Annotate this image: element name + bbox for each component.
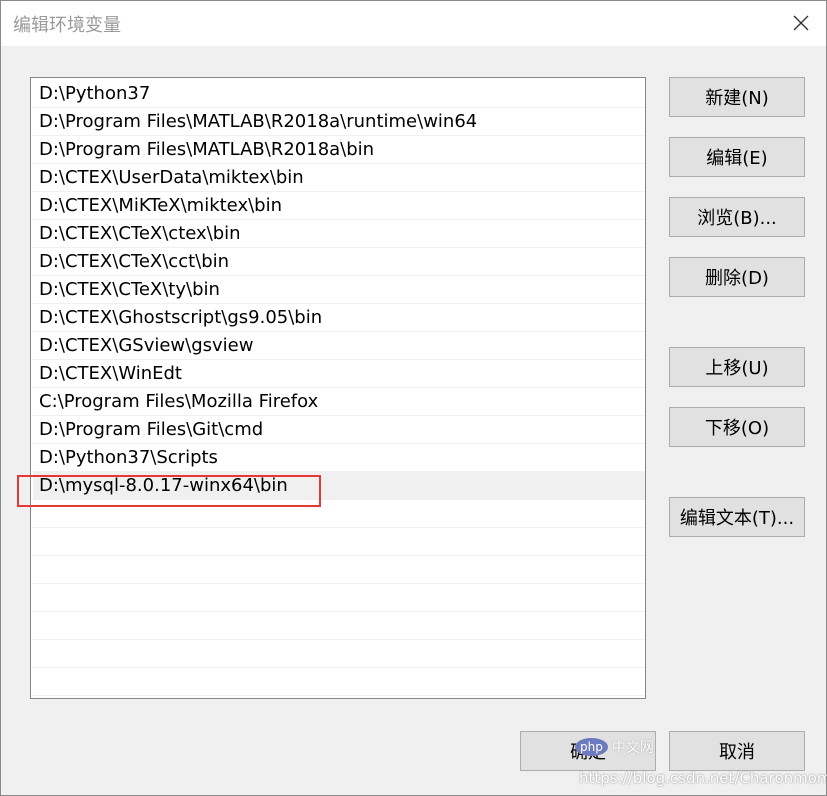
watermark-url: https://blog.csdn.net/Charonmomo	[579, 769, 827, 787]
path-listbox[interactable]: D:\Python37 D:\Program Files\MATLAB\R2018…	[30, 77, 646, 699]
path-list-item-text: D:\CTEX\MiKTeX\miktex\bin	[39, 195, 282, 216]
path-list-item[interactable]: D:\CTEX\Ghostscript\gs9.05\bin	[33, 304, 645, 332]
delete-button[interactable]: 删除(D)	[669, 257, 805, 297]
path-list-item-text: D:\mysql-8.0.17-winx64\bin	[39, 475, 288, 496]
path-list-item[interactable]: D:\Python37	[33, 80, 645, 108]
path-list-item-text: C:\Program Files\Mozilla Firefox	[39, 391, 319, 412]
new-button[interactable]: 新建(N)	[669, 77, 805, 117]
title-bar: 编辑环境变量	[1, 1, 826, 46]
path-list-item[interactable]: D:\Program Files\Git\cmd	[33, 416, 645, 444]
move-up-button[interactable]: 上移(U)	[669, 347, 805, 387]
path-list-item[interactable]: D:\mysql-8.0.17-winx64\bin	[33, 472, 645, 500]
cancel-button[interactable]: 取消	[669, 731, 805, 771]
path-list-item-text: D:\Program Files\MATLAB\R2018a\runtime\w…	[39, 111, 478, 132]
browse-button[interactable]: 浏览(B)...	[669, 197, 805, 237]
path-list-item-text: D:\Program Files\MATLAB\R2018a\bin	[39, 139, 375, 160]
path-list-item[interactable]: D:\Program Files\MATLAB\R2018a\runtime\w…	[33, 108, 645, 136]
watermark: php 中文网	[575, 737, 654, 757]
close-button[interactable]	[786, 8, 816, 38]
edit-button[interactable]: 编辑(E)	[669, 137, 805, 177]
empty-list-row[interactable]	[33, 584, 645, 612]
path-list-item[interactable]: D:\Program Files\MATLAB\R2018a\bin	[33, 136, 645, 164]
path-list-item-text: D:\Program Files\Git\cmd	[39, 419, 264, 440]
path-list-item-text: D:\Python37\Scripts	[39, 447, 218, 468]
close-icon	[793, 15, 809, 31]
path-list-item-text: D:\CTEX\UserData\miktex\bin	[39, 167, 304, 188]
path-list-item-text: D:\CTEX\CTeX\ty\bin	[39, 279, 220, 300]
path-list-item[interactable]: D:\CTEX\CTeX\ty\bin	[33, 276, 645, 304]
path-list-item-text: D:\CTEX\CTeX\ctex\bin	[39, 223, 241, 244]
php-logo: php	[575, 738, 608, 756]
move-down-button[interactable]: 下移(O)	[669, 407, 805, 447]
path-list-item[interactable]: D:\CTEX\GSview\gsview	[33, 332, 645, 360]
path-list-item-text: D:\Python37	[39, 83, 151, 104]
empty-list-row[interactable]	[33, 500, 645, 528]
path-list-item[interactable]: C:\Program Files\Mozilla Firefox	[33, 388, 645, 416]
path-list-item-text: D:\CTEX\WinEdt	[39, 363, 182, 384]
path-list-item[interactable]: D:\CTEX\UserData\miktex\bin	[33, 164, 645, 192]
empty-list-row[interactable]	[33, 528, 645, 556]
path-list-item[interactable]: D:\CTEX\MiKTeX\miktex\bin	[33, 192, 645, 220]
path-list-item[interactable]: D:\CTEX\CTeX\cct\bin	[33, 248, 645, 276]
empty-list-row[interactable]	[33, 640, 645, 668]
empty-list-row[interactable]	[33, 556, 645, 584]
watermark-label: 中文网	[611, 740, 654, 756]
empty-list-row[interactable]	[33, 612, 645, 640]
path-list-item-text: D:\CTEX\Ghostscript\gs9.05\bin	[39, 307, 323, 328]
path-list-item[interactable]: D:\CTEX\CTeX\ctex\bin	[33, 220, 645, 248]
empty-list-row[interactable]	[33, 668, 645, 696]
window-title: 编辑环境变量	[13, 15, 121, 36]
path-list-item-text: D:\CTEX\CTeX\cct\bin	[39, 251, 230, 272]
path-list-item[interactable]: D:\Python37\Scripts	[33, 444, 645, 472]
path-list-item[interactable]: D:\CTEX\WinEdt	[33, 360, 645, 388]
path-list-item-text: D:\CTEX\GSview\gsview	[39, 335, 254, 356]
edit-text-button[interactable]: 编辑文本(T)...	[669, 497, 805, 537]
edit-env-variable-dialog: 编辑环境变量 D:\Python37 D:\Program Files\MATLA…	[0, 0, 827, 796]
